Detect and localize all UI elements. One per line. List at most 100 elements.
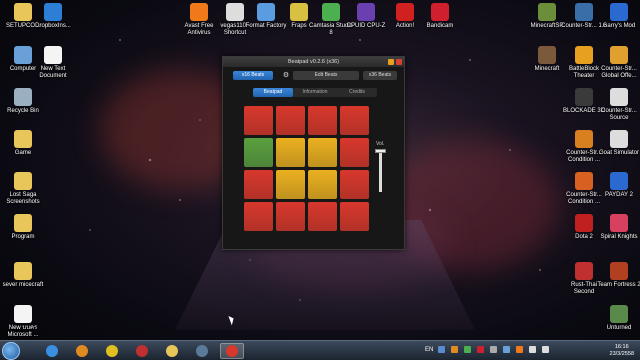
goat-icon [610, 130, 628, 148]
tab-beatpad[interactable]: Beatpad [253, 88, 293, 97]
desktop-shortcut[interactable]: Lost Saga Screenshots [0, 172, 46, 206]
steam-icon[interactable] [190, 343, 214, 359]
camtasia-icon [322, 3, 340, 21]
mode-x16-beats-button[interactable]: x16 Beats [233, 71, 273, 80]
explorer-icon [166, 345, 178, 357]
tray-icon[interactable] [464, 346, 471, 353]
desktop-shortcut-label: Counter-Str... Source [601, 108, 637, 121]
beat-pad[interactable] [244, 202, 273, 231]
chrome-icon [106, 345, 118, 357]
beatpad-icon [226, 345, 238, 357]
desktop-shortcut[interactable]: PAYDAY 2 [596, 172, 640, 199]
network-icon[interactable] [529, 346, 536, 353]
desktop-shortcut[interactable]: Goat Simulator [596, 130, 640, 157]
desktop-shortcut[interactable]: Unturned [596, 305, 640, 332]
desktop-shortcut[interactable]: Garry's Mod [596, 3, 640, 30]
minecraft-icon [538, 46, 556, 64]
beat-pad[interactable] [340, 170, 369, 199]
tab-information[interactable]: Information [295, 88, 335, 97]
desktop-shortcut-label: Bandicam [426, 23, 454, 29]
edit-beats-button[interactable]: Edit Beats [293, 71, 359, 80]
blockade-icon [575, 88, 593, 106]
desktop-shortcut[interactable]: Counter-Str... Global Offe... [596, 46, 640, 80]
beat-pad[interactable] [276, 106, 305, 135]
gear-icon[interactable]: ⚙ [281, 71, 291, 80]
desktop-shortcut-label: PAYDAY 2 [605, 192, 633, 198]
explorer-icon[interactable] [160, 343, 184, 359]
beat-pad[interactable] [340, 202, 369, 231]
lost-saga-icon [136, 345, 148, 357]
mode-x36-beats-button[interactable]: x36 Beats [363, 71, 397, 80]
avast-icon [190, 3, 208, 21]
desktop-shortcut[interactable]: Counter-Str... Source [596, 88, 640, 122]
beat-pad[interactable] [276, 138, 305, 167]
tab-credits[interactable]: Credits [337, 88, 377, 97]
desktop-shortcut-label: DropboxIns... [35, 23, 71, 29]
desktop-shortcut[interactable]: New บบคร Microsoft ... [0, 305, 46, 339]
cpuz-icon [357, 3, 375, 21]
close-button[interactable] [396, 59, 402, 65]
action-icon [396, 3, 414, 21]
chrome-icon[interactable] [100, 343, 124, 359]
media-player-icon [76, 345, 88, 357]
beat-pad[interactable] [340, 138, 369, 167]
desktop-shortcut-label: Garry's Mod [602, 23, 636, 29]
volume-label: Vol. [376, 141, 385, 147]
window-titlebar[interactable]: Beatpad v0.2.6 (x36) [223, 57, 404, 67]
beat-pad[interactable] [276, 170, 305, 199]
desktop-shortcut[interactable]: Spiral Knights [596, 214, 640, 241]
desktop-shortcut[interactable]: Team Fortress 2 [596, 262, 640, 289]
tray-icon[interactable] [451, 346, 458, 353]
bandicam-icon [431, 3, 449, 21]
desktop-shortcut[interactable]: DropboxIns... [30, 3, 76, 30]
beat-pad[interactable] [308, 138, 337, 167]
volume-slider-track[interactable] [379, 150, 382, 192]
battleblock-icon [575, 46, 593, 64]
beat-pad[interactable] [276, 202, 305, 231]
text-document-icon [44, 46, 62, 64]
unturned-icon [610, 305, 628, 323]
tray-icon[interactable] [438, 346, 445, 353]
volume-slider-handle[interactable] [375, 149, 386, 153]
folder-icon [14, 130, 32, 148]
media-player-icon[interactable] [70, 343, 94, 359]
mouse-cursor [228, 314, 236, 326]
dota-icon [575, 214, 593, 232]
beat-pad[interactable] [340, 106, 369, 135]
counter-strike-icon [575, 130, 593, 148]
counter-strike-icon [610, 46, 628, 64]
desktop-shortcut[interactable]: Bandicam [417, 3, 463, 30]
beatpad-icon[interactable] [220, 343, 244, 359]
document-icon [14, 305, 32, 323]
minimize-button[interactable] [388, 59, 394, 65]
ie-icon[interactable] [40, 343, 64, 359]
beat-pad[interactable] [308, 170, 337, 199]
folder-icon [14, 214, 32, 232]
language-indicator[interactable]: EN [425, 347, 433, 353]
beat-pad[interactable] [244, 106, 273, 135]
counter-strike-icon [575, 172, 593, 190]
lost-saga-icon[interactable] [130, 343, 154, 359]
folder-icon [14, 262, 32, 280]
desktop-shortcut[interactable]: sever micecraft [0, 262, 46, 289]
tray-icon[interactable] [477, 346, 484, 353]
desktop-shortcut[interactable]: Recycle Bin [0, 88, 46, 115]
volume-icon[interactable] [542, 346, 549, 353]
desktop-shortcut[interactable]: Game [0, 130, 46, 157]
desktop-shortcut-label: Program [11, 234, 35, 240]
steam-icon [196, 345, 208, 357]
beat-pad[interactable] [308, 202, 337, 231]
beat-pad[interactable] [308, 106, 337, 135]
beat-pad[interactable] [244, 170, 273, 199]
desktop-shortcut[interactable]: New Text Document [30, 46, 76, 80]
desktop-shortcut-label: Counter-Str... Global Offe... [601, 66, 637, 79]
tray-icon[interactable] [490, 346, 497, 353]
desktop-shortcut[interactable]: Program [0, 214, 46, 241]
clock-time: 16:16 [614, 344, 629, 350]
tray-icon[interactable] [503, 346, 510, 353]
clock[interactable]: 16:16 23/3/2558 [610, 344, 634, 358]
counter-strike-icon [610, 88, 628, 106]
beat-pad[interactable] [244, 138, 273, 167]
tray-icon[interactable] [516, 346, 523, 353]
start-button[interactable] [2, 342, 20, 360]
